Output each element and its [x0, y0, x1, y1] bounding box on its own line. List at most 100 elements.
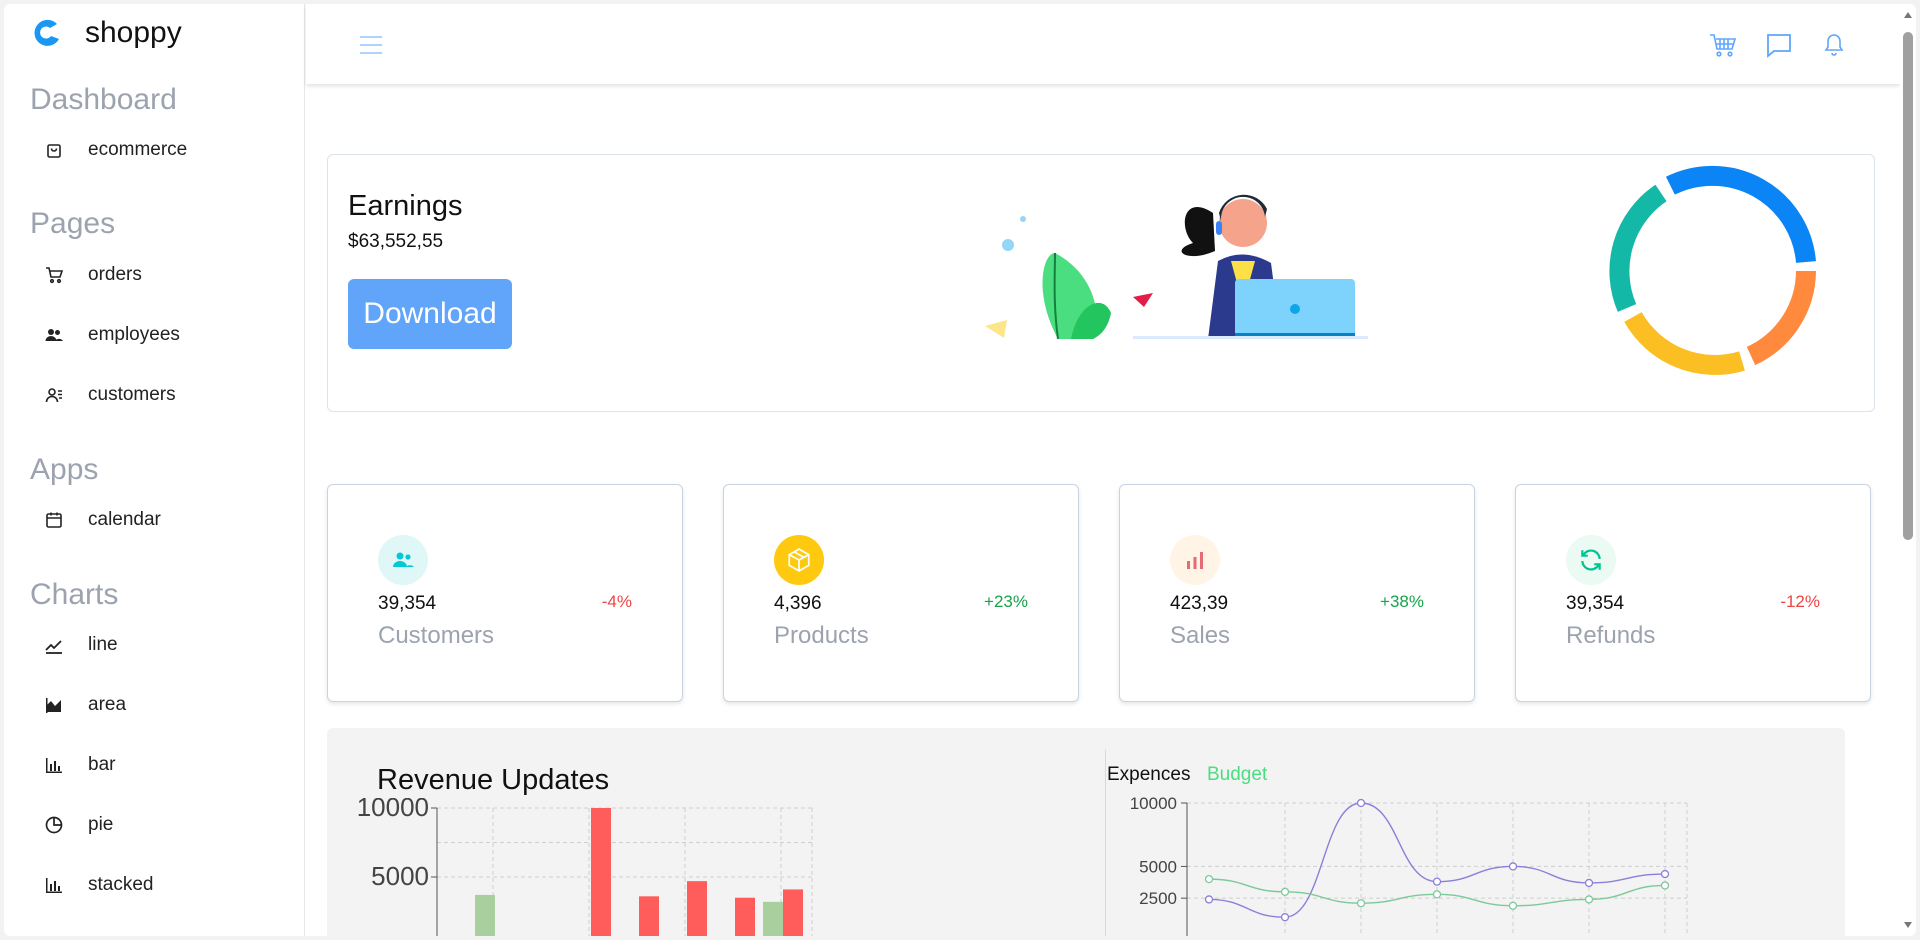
bar	[735, 897, 755, 936]
data-point	[1280, 887, 1290, 896]
stat-label: Refunds	[1566, 622, 1656, 649]
earnings-value: $63,552,55	[348, 231, 444, 252]
sidebar-item-stacked[interactable]: stacked	[44, 865, 153, 905]
line-chart-icon	[45, 640, 62, 654]
bar	[475, 894, 495, 936]
y-tick-label: 2500	[1139, 889, 1177, 908]
y-tick-label: 5000	[1139, 857, 1177, 876]
sidebar-item-calendar[interactable]: calendar	[44, 500, 161, 540]
box-icon[interactable]	[774, 535, 824, 585]
nav-heading-pages: Pages	[30, 207, 116, 240]
scroll-down-icon[interactable]	[1904, 922, 1912, 928]
sidebar-item-label: pie	[88, 814, 114, 835]
y-tick-label: 10000	[1130, 794, 1177, 813]
stat-card-sales: 423,39 +38% Sales	[1119, 484, 1475, 702]
earnings-donut-chart	[1609, 165, 1816, 375]
nav-heading-charts: Charts	[30, 578, 119, 611]
logo-icon	[34, 19, 59, 46]
top-navbar	[306, 4, 1900, 84]
cart-icon[interactable]	[1708, 30, 1738, 60]
sidebar-item-label: employees	[88, 324, 180, 345]
stat-card-refunds: 39,354 -12% Refunds	[1515, 484, 1871, 702]
bar	[763, 901, 783, 936]
customers-icon	[45, 388, 62, 403]
revenue-updates-panel: Revenue Updates 10000 5000 Expences Budge…	[327, 728, 1845, 936]
scrollbar-thumb[interactable]	[1903, 32, 1913, 540]
refresh-icon[interactable]	[1566, 535, 1616, 585]
shopping-bag-icon	[47, 144, 61, 158]
stat-label: Sales	[1170, 622, 1231, 649]
sales-chart-icon[interactable]	[1170, 535, 1220, 585]
vertical-scrollbar[interactable]	[1900, 4, 1916, 936]
stat-value: 423,39	[1170, 593, 1229, 614]
y-tick-label: 10000	[357, 798, 429, 822]
stat-change: -4%	[601, 592, 632, 611]
sidebar-item-label: calendar	[88, 509, 161, 530]
brand-name: shoppy	[85, 16, 182, 49]
sidebar-item-area[interactable]: area	[44, 685, 126, 725]
data-point	[1432, 890, 1442, 899]
scroll-up-icon[interactable]	[1904, 12, 1912, 18]
sidebar-item-orders[interactable]: orders	[44, 255, 142, 295]
stat-change: -12%	[1780, 592, 1820, 611]
stat-change: +23%	[984, 592, 1028, 611]
sidebar-item-ecommerce[interactable]: ecommerce	[44, 130, 187, 170]
data-point	[1204, 895, 1214, 904]
nav-heading-dashboard: Dashboard	[30, 83, 177, 116]
sidebar-item-label: line	[88, 634, 118, 655]
sidebar-item-label: ecommerce	[88, 139, 188, 160]
cart-icon	[46, 267, 64, 284]
stat-card-customers: 39,354 -4% Customers	[327, 484, 683, 702]
expense-budget-line-chart: 10000 5000 2500	[1130, 794, 1688, 936]
sidebar-item-label: customers	[88, 384, 176, 405]
customers-icon[interactable]	[378, 535, 428, 585]
stat-label: Customers	[378, 622, 495, 649]
stat-change: +38%	[1380, 592, 1424, 611]
sidebar-item-label: orders	[88, 264, 142, 285]
sidebar-item-employees[interactable]: employees	[44, 315, 180, 355]
stat-value: 4,396	[774, 593, 822, 614]
data-point	[1432, 877, 1442, 886]
legend-budget[interactable]: Budget	[1207, 764, 1267, 786]
data-point	[1508, 901, 1518, 910]
data-point	[1280, 913, 1290, 922]
data-point	[1356, 798, 1366, 808]
sidebar-item-bar[interactable]: bar	[44, 745, 115, 785]
data-point	[1660, 869, 1670, 879]
sidebar-item-line[interactable]: line	[44, 625, 118, 665]
y-tick-label: 5000	[371, 861, 429, 891]
sidebar-item-customers[interactable]: customers	[44, 375, 176, 415]
stat-value: 39,354	[1566, 593, 1625, 614]
revenue-title: Revenue Updates	[377, 764, 610, 796]
download-button[interactable]: Download	[348, 279, 512, 349]
bell-icon[interactable]	[1819, 30, 1849, 60]
bar	[591, 808, 611, 936]
area-chart-icon	[46, 698, 61, 713]
stat-card-products: 4,396 +23% Products	[723, 484, 1079, 702]
legend-expences[interactable]: Expences	[1107, 764, 1190, 786]
sidebar-item-label: stacked	[88, 874, 154, 895]
stat-label: Products	[774, 622, 869, 649]
sidebar-item-pie[interactable]: pie	[44, 805, 113, 845]
earnings-card: Earnings $63,552,55 Download	[327, 154, 1875, 412]
nav-heading-apps: Apps	[30, 453, 99, 486]
pie-chart-icon	[45, 816, 63, 834]
users-icon	[45, 329, 63, 341]
menu-icon[interactable]	[358, 32, 384, 58]
support-agent-illustration	[985, 194, 1368, 339]
data-point	[1204, 874, 1214, 884]
panel-divider	[1105, 750, 1106, 936]
bar	[783, 889, 803, 936]
bar	[687, 881, 707, 936]
sidebar-item-label: area	[88, 694, 127, 715]
bar	[639, 896, 659, 936]
stacked-chart-icon	[46, 878, 62, 893]
data-point	[1508, 862, 1518, 871]
sidebar-item-label: bar	[88, 754, 116, 775]
app-window: shoppy Dashboard ecommerce Pages orders …	[4, 4, 1916, 936]
chat-icon[interactable]	[1764, 30, 1794, 60]
earnings-title: Earnings	[348, 190, 463, 222]
data-point	[1584, 895, 1594, 904]
brand[interactable]: shoppy	[29, 15, 182, 51]
revenue-bar-chart: 10000 5000	[357, 798, 813, 936]
